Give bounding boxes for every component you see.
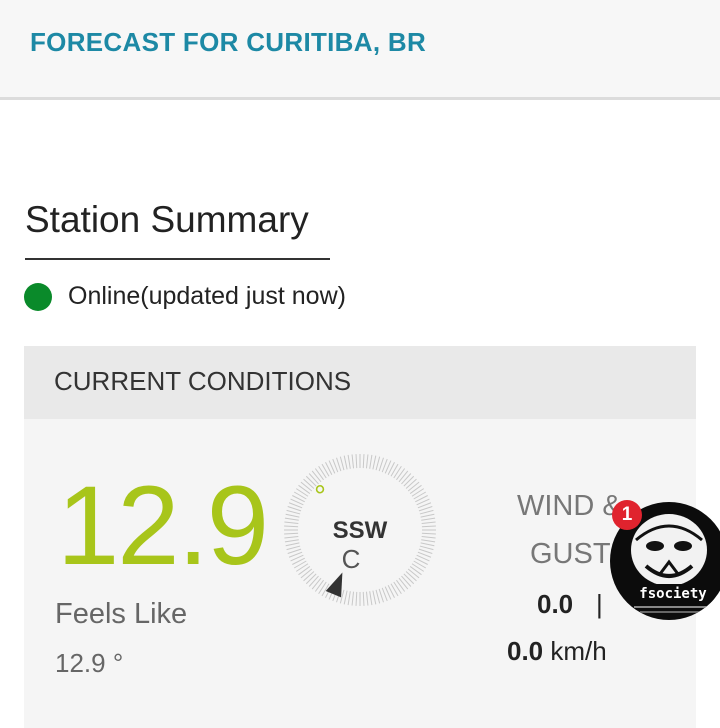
compass-direction-label: SSW <box>333 517 388 544</box>
gust-label: GUST <box>530 538 611 570</box>
feels-like-value: 12.9 ° <box>55 648 124 678</box>
online-status-icon <box>24 282 52 311</box>
gust-speed: 0.0 km/h <box>507 636 607 667</box>
wind-unit: km/h <box>550 636 607 666</box>
current-conditions-header: CURRENT CONDITIONS <box>24 346 696 419</box>
status-text: Online(updated just now) <box>68 282 346 310</box>
wind-speed-value: 0.0 <box>537 589 574 619</box>
temperature-value: 12.9 <box>57 463 269 588</box>
current-conditions-title: CURRENT CONDITIONS <box>54 366 352 396</box>
notification-badge[interactable]: 1 <box>612 500 642 530</box>
top-header-bar: FORECAST FOR CURITIBA, BR <box>0 0 720 100</box>
fsociety-label: fsociety <box>639 586 707 602</box>
gust-speed-value: 0.0 <box>507 636 544 666</box>
forecast-title[interactable]: FORECAST FOR CURITIBA, BR <box>30 27 426 58</box>
wind-gust-separator: | <box>596 589 603 619</box>
wind-compass: SSW C <box>284 454 436 606</box>
station-summary-title: Station Summary <box>25 199 309 240</box>
feels-like-label: Feels Like <box>55 598 188 630</box>
compass-center-label: C <box>342 544 361 574</box>
section-underline <box>25 258 330 260</box>
station-status: Online(updated just now) <box>24 282 346 311</box>
wind-label: WIND & <box>517 490 622 522</box>
